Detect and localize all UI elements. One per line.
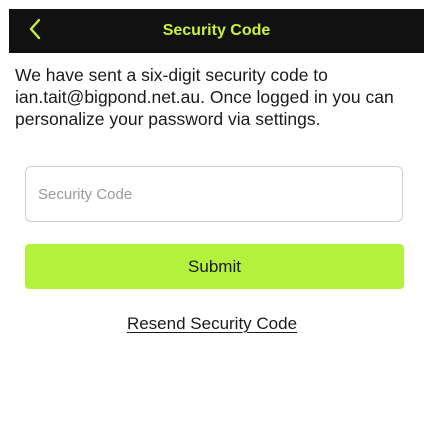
instruction-message: We have sent a six-digit security code t… bbox=[15, 65, 394, 129]
submit-button[interactable]: Submit bbox=[25, 244, 404, 289]
chevron-left-icon bbox=[28, 18, 42, 45]
resend-security-code-link[interactable]: Resend Security Code bbox=[0, 314, 424, 334]
security-code-screen: Security Code We have sent a six-digit s… bbox=[0, 0, 424, 428]
page-title: Security Code bbox=[162, 22, 271, 39]
security-code-input[interactable] bbox=[25, 166, 403, 222]
top-app-bar: Security Code bbox=[9, 9, 424, 53]
back-button[interactable] bbox=[21, 17, 49, 45]
